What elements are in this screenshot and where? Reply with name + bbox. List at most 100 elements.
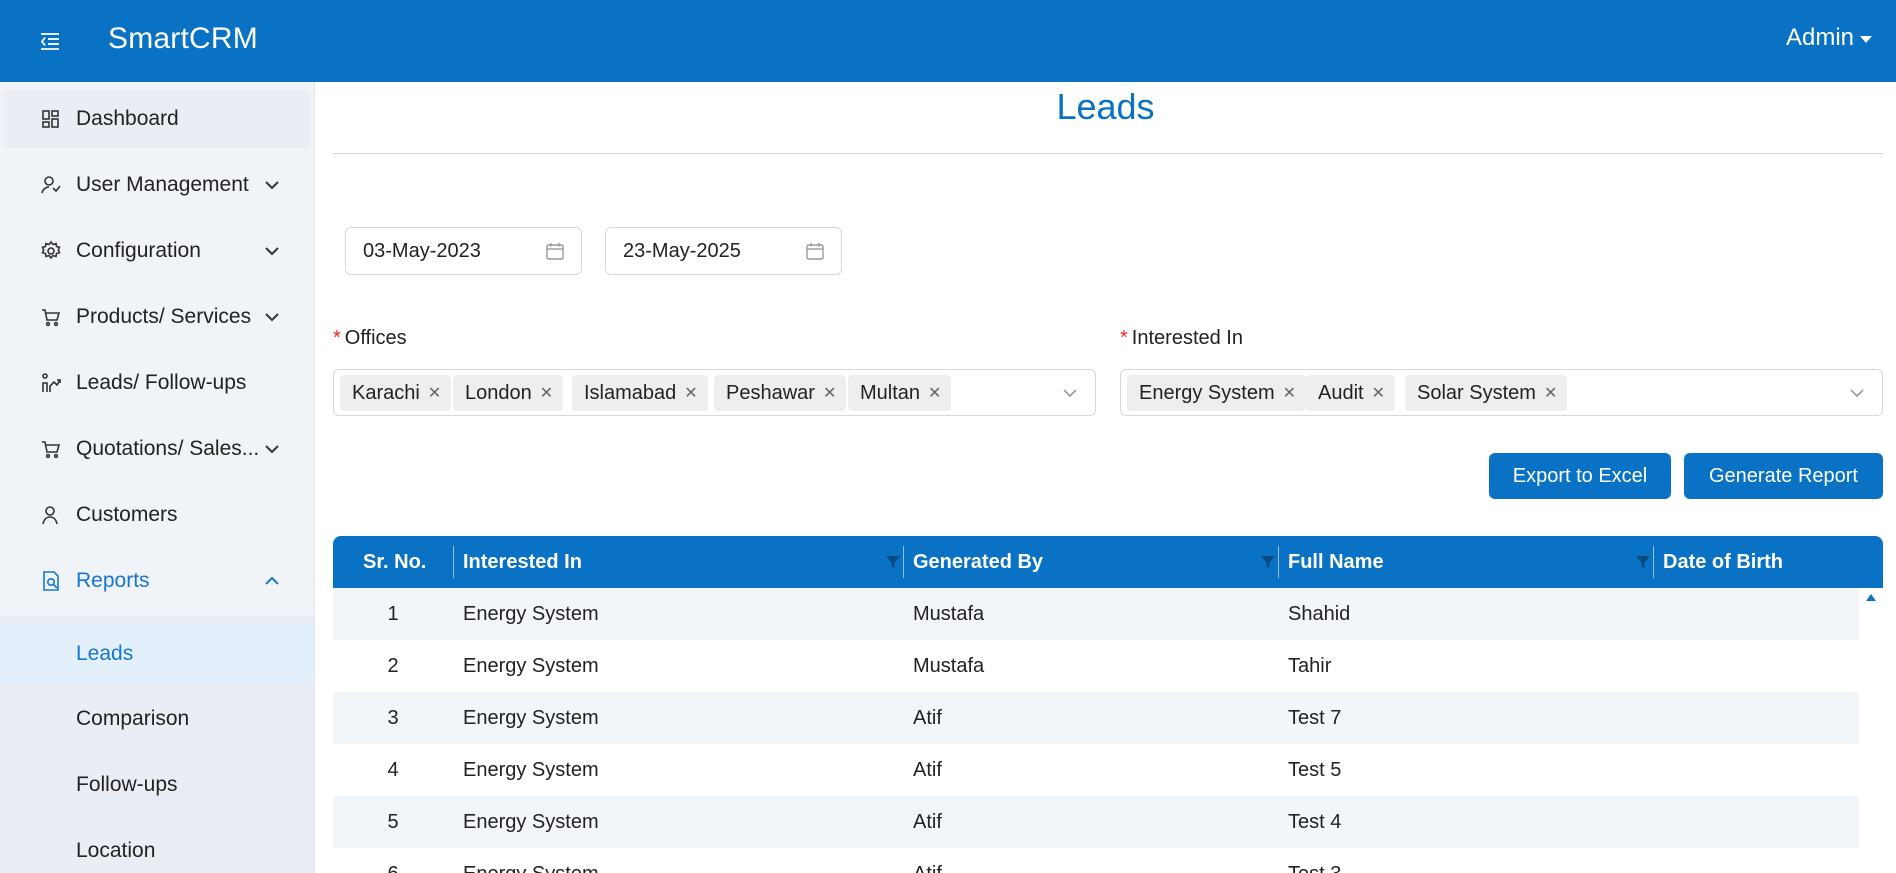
column-divider <box>1653 546 1654 578</box>
menu-collapse-icon[interactable] <box>36 27 64 55</box>
sidebar-subitem-comparison[interactable]: Comparison <box>0 689 314 749</box>
cell-generated-by: Atif <box>913 758 942 781</box>
sidebar-subitem-location[interactable]: Location <box>0 821 314 873</box>
cell-sr-no: 6 <box>333 848 453 873</box>
sidebar: Dashboard User Management Configuration … <box>0 82 315 873</box>
chevron-down-icon <box>263 242 281 260</box>
export-to-excel-button[interactable]: Export to Excel <box>1489 453 1671 499</box>
calendar-icon <box>545 241 565 261</box>
column-header-sr-no[interactable]: Sr. No. <box>363 536 426 588</box>
gear-icon <box>40 240 62 262</box>
cell-sr-no: 3 <box>387 706 399 729</box>
close-icon[interactable]: ✕ <box>684 383 697 403</box>
tag-label: Energy System <box>1139 381 1275 404</box>
table-row[interactable]: 3 Energy System Atif Test 7 <box>333 692 1859 744</box>
cell-interested-in: Energy System <box>463 654 599 677</box>
generate-report-button[interactable]: Generate Report <box>1684 453 1883 499</box>
sidebar-item-label: Reports <box>76 569 150 592</box>
column-header-full-name[interactable]: Full Name <box>1288 536 1384 588</box>
column-header-interested-in[interactable]: Interested In <box>463 536 582 588</box>
cell-interested-in: Energy System <box>463 848 599 873</box>
table-row[interactable]: 5 Energy System Atif Test 4 <box>333 796 1859 848</box>
sidebar-item-label: Configuration <box>76 239 201 262</box>
date-to-picker[interactable]: 23-May-2025 <box>605 227 842 275</box>
close-icon[interactable]: ✕ <box>823 383 836 403</box>
cell-generated-by: Atif <box>913 706 942 729</box>
cart-icon <box>40 306 62 328</box>
sidebar-item-label: Customers <box>76 503 178 526</box>
tag-label: Islamabad <box>584 381 677 404</box>
cart-icon <box>40 438 62 460</box>
column-header-generated-by[interactable]: Generated By <box>913 536 1043 588</box>
cell-sr-no: 1 <box>387 602 399 625</box>
tag-label: Solar System <box>1417 381 1536 404</box>
tag-label: London <box>465 381 532 404</box>
app-brand: SmartCRM <box>108 22 258 55</box>
sidebar-item-leads-follow-ups[interactable]: Leads/ Follow-ups <box>0 354 314 412</box>
cell-sr-no: 5 <box>387 810 399 833</box>
cell-full-name: Test 3 <box>1288 848 1341 873</box>
sidebar-item-label: Dashboard <box>76 107 179 130</box>
column-divider <box>903 546 904 578</box>
close-icon[interactable]: ✕ <box>1283 383 1296 403</box>
tag-label: Multan <box>860 381 921 404</box>
cell-interested-in: Energy System <box>463 758 599 781</box>
interested-label-text: Interested In <box>1131 327 1243 349</box>
cell-full-name: Tahir <box>1288 654 1332 677</box>
top-header: SmartCRM Admin <box>0 0 1896 82</box>
filter-icon[interactable] <box>885 553 901 569</box>
leads-icon <box>40 372 62 394</box>
close-icon[interactable]: ✕ <box>1544 383 1557 403</box>
scroll-up-arrow-icon[interactable] <box>1866 594 1876 601</box>
column-divider <box>453 546 454 578</box>
sidebar-item-user-management[interactable]: User Management <box>0 156 314 214</box>
caret-down-icon <box>1860 35 1872 43</box>
sidebar-subitem-leads[interactable]: Leads <box>0 624 314 684</box>
sidebar-item-products-services[interactable]: Products/ Services <box>0 288 314 346</box>
close-icon[interactable]: ✕ <box>928 383 941 403</box>
cell-full-name: Test 4 <box>1288 810 1342 833</box>
table-row[interactable]: 6 Energy System Atif Test 3 <box>333 848 1859 873</box>
tag-label: Audit <box>1318 381 1364 404</box>
column-header-date-of-birth[interactable]: Date of Birth <box>1663 536 1783 588</box>
calendar-icon <box>805 241 825 261</box>
table-row[interactable]: 2 Energy System Mustafa Tahir <box>333 640 1859 692</box>
dashboard-icon <box>40 108 62 130</box>
interest-tag: Solar System ✕ <box>1405 375 1568 411</box>
cell-full-name: Test 5 <box>1288 758 1342 781</box>
close-icon[interactable]: ✕ <box>540 383 553 403</box>
main-content: Leads 03-May-2023 23-May-2025 * Offices *… <box>315 82 1896 873</box>
chevron-down-icon <box>263 440 281 458</box>
close-icon[interactable]: ✕ <box>1372 383 1385 403</box>
sidebar-subitem-follow-ups[interactable]: Follow-ups <box>0 755 314 815</box>
tag-label: Karachi <box>352 381 420 404</box>
users-icon <box>40 174 62 196</box>
close-icon[interactable]: ✕ <box>428 383 441 403</box>
sidebar-item-quotations-sales[interactable]: Quotations/ Sales... <box>0 420 314 478</box>
table-scrollbar[interactable] <box>1859 588 1883 873</box>
filter-icon[interactable] <box>1635 553 1651 569</box>
table-header: Sr. No. Interested In Generated By Full … <box>333 536 1883 588</box>
date-from-picker[interactable]: 03-May-2023 <box>345 227 582 275</box>
filter-icon[interactable] <box>1260 553 1276 569</box>
required-asterisk: * <box>1120 327 1128 349</box>
cell-interested-in: Energy System <box>463 810 599 833</box>
sidebar-item-dashboard[interactable]: Dashboard <box>4 90 310 148</box>
report-icon <box>40 570 62 592</box>
user-menu[interactable]: Admin <box>1786 24 1872 52</box>
required-asterisk: * <box>333 327 341 349</box>
table-row[interactable]: 1 Energy System Mustafa Shahid <box>333 588 1859 640</box>
date-from-value: 03-May-2023 <box>363 239 481 262</box>
chevron-up-icon <box>263 572 281 590</box>
sidebar-item-configuration[interactable]: Configuration <box>0 222 314 280</box>
chevron-down-icon <box>1849 385 1865 401</box>
sidebar-item-customers[interactable]: Customers <box>0 486 314 544</box>
sidebar-item-reports[interactable]: Reports <box>0 552 314 610</box>
cell-sr-no: 2 <box>387 654 399 677</box>
office-tag: Islamabad ✕ <box>572 375 708 411</box>
column-divider <box>1278 546 1279 578</box>
offices-multiselect[interactable]: Karachi ✕ London ✕ Islamabad ✕ Peshawar ✕ Mu… <box>333 369 1096 416</box>
interested-multiselect[interactable]: Energy System ✕ Audit ✕ Solar System ✕ <box>1120 369 1883 416</box>
sidebar-item-label: Quotations/ Sales... <box>76 437 260 460</box>
table-row[interactable]: 4 Energy System Atif Test 5 <box>333 744 1859 796</box>
